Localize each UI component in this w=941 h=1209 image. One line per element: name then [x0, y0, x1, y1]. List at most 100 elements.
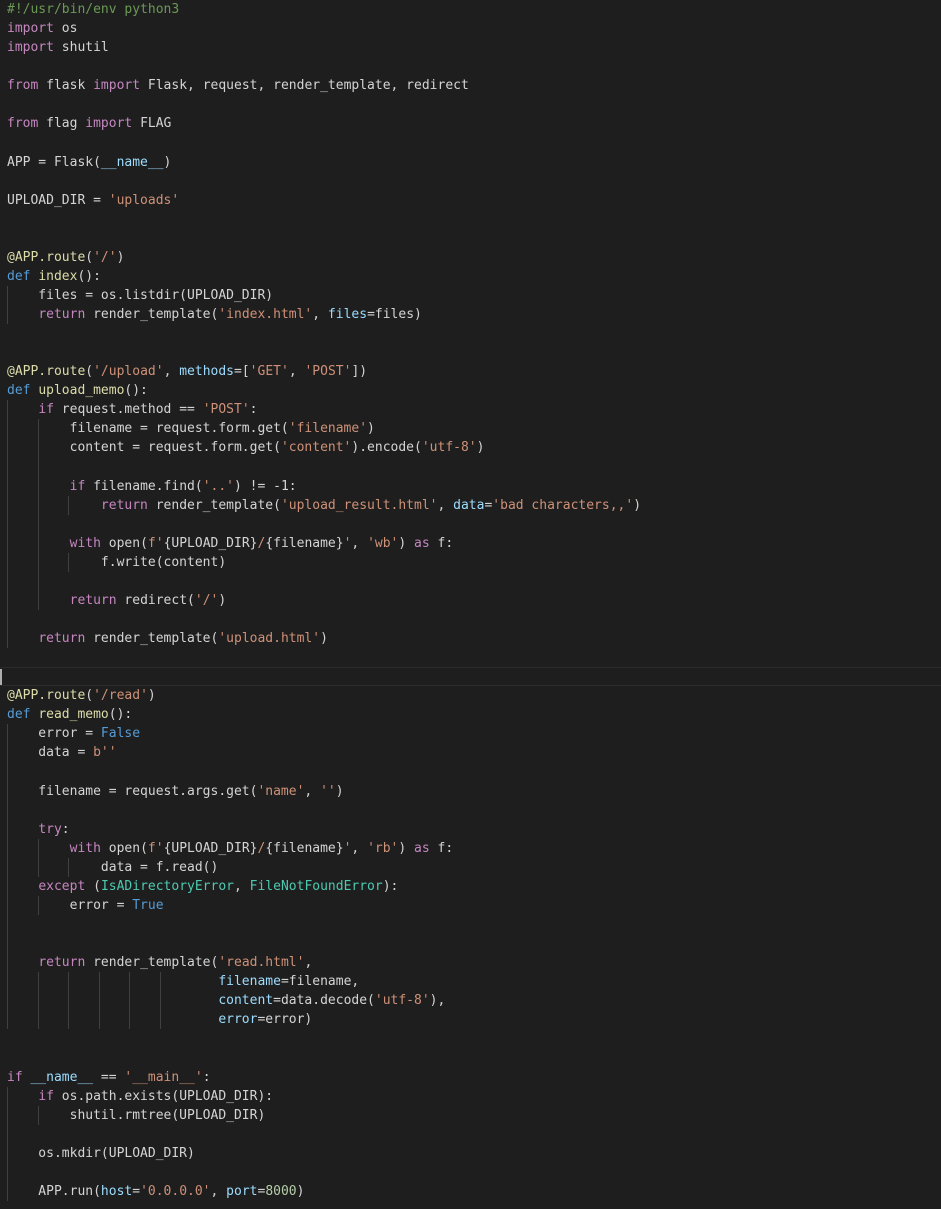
code-line[interactable]: [7, 934, 941, 954]
code-line[interactable]: [7, 324, 941, 343]
code-token: =: [132, 1183, 141, 1199]
code-line[interactable]: [0, 667, 941, 687]
code-line[interactable]: [7, 1048, 941, 1067]
code-line[interactable]: [7, 1124, 941, 1144]
code-token: error =: [7, 726, 101, 742]
code-line[interactable]: [7, 915, 941, 935]
code-line[interactable]: [7, 571, 941, 591]
code-token: ,: [351, 840, 368, 856]
code-token: FileNotFoundError: [249, 878, 383, 894]
code-line[interactable]: filename = request.args.get('name', ''): [7, 781, 941, 801]
code-line[interactable]: [7, 172, 941, 191]
code-line[interactable]: shutil.rmtree(UPLOAD_DIR): [7, 1105, 941, 1125]
code-line[interactable]: return render_template('upload.html'): [7, 629, 941, 649]
code-line[interactable]: [7, 800, 941, 820]
code-line[interactable]: [7, 1029, 941, 1048]
code-line[interactable]: APP.run(host='0.0.0.0', port=8000): [7, 1181, 941, 1201]
code-line[interactable]: [7, 762, 941, 782]
code-area[interactable]: #!/usr/bin/env python3 import os import sh…: [0, 0, 941, 1201]
code-line[interactable]: def index():: [7, 267, 941, 286]
code-token: if: [69, 478, 86, 494]
code-token: 'utf-8': [374, 993, 430, 1009]
code-line[interactable]: from flag import FLAG: [7, 114, 941, 133]
code-token: '/read': [93, 688, 148, 704]
code-line[interactable]: return redirect('/'): [7, 590, 941, 610]
code-line[interactable]: APP = Flask(__name__): [7, 153, 941, 172]
code-line[interactable]: with open(f'{UPLOAD_DIR}/{filename}', 'r…: [7, 838, 941, 858]
code-line[interactable]: error = True: [7, 895, 941, 915]
code-line[interactable]: [7, 1162, 941, 1182]
code-line[interactable]: [7, 210, 941, 229]
code-line[interactable]: data = f.read(): [7, 857, 941, 877]
code-token: ) != -1:: [234, 478, 297, 494]
code-token: render_template(: [85, 631, 219, 647]
indent-guide: [7, 953, 8, 973]
code-line[interactable]: os.mkdir(UPLOAD_DIR): [7, 1143, 941, 1163]
indent-guide: [68, 1010, 70, 1030]
code-line[interactable]: return render_template('read.html',: [7, 953, 941, 973]
code-token: ): [367, 421, 375, 437]
code-token: filename = request.args.get(: [7, 783, 258, 799]
code-line[interactable]: content = request.form.get('content').en…: [7, 438, 941, 458]
code-line[interactable]: return render_template('upload_result.ht…: [7, 495, 941, 515]
indent-guide: [7, 1143, 8, 1163]
code-line[interactable]: if request.method == 'POST':: [7, 400, 941, 420]
code-line[interactable]: [7, 95, 941, 114]
code-token: os: [53, 21, 78, 37]
code-line[interactable]: [7, 57, 941, 76]
code-line[interactable]: except (IsADirectoryError, FileNotFoundE…: [7, 876, 941, 896]
code-line[interactable]: [7, 457, 941, 477]
code-line[interactable]: try:: [7, 819, 941, 839]
indent-guide: [129, 991, 131, 1011]
code-line[interactable]: data = b'': [7, 743, 941, 763]
code-line[interactable]: [7, 610, 941, 630]
code-token: flask: [38, 78, 94, 94]
code-token: os.path.exists(UPLOAD_DIR):: [53, 1088, 274, 1104]
code-token: 'index.html': [218, 307, 313, 322]
code-line[interactable]: import shutil: [7, 38, 941, 57]
code-line[interactable]: [7, 343, 941, 362]
code-line[interactable]: filename = request.form.get('filename'): [7, 419, 941, 439]
code-line[interactable]: import os: [7, 19, 941, 38]
code-line[interactable]: def read_memo():: [7, 705, 941, 724]
code-line[interactable]: def upload_memo():: [7, 381, 941, 400]
code-line[interactable]: #!/usr/bin/env python3: [7, 0, 941, 19]
code-line[interactable]: [7, 648, 941, 667]
indent-guide: [7, 762, 8, 782]
code-line[interactable]: if os.path.exists(UPLOAD_DIR):: [7, 1086, 941, 1106]
code-token: files = os.listdir(UPLOAD_DIR): [7, 287, 274, 303]
code-editor[interactable]: #!/usr/bin/env python3 import os import sh…: [0, 0, 941, 1209]
code-line[interactable]: @APP.route('/read'): [7, 686, 941, 705]
code-line[interactable]: content=data.decode('utf-8'),: [7, 991, 941, 1011]
code-line[interactable]: [7, 133, 941, 152]
code-line[interactable]: if filename.find('..') != -1:: [7, 476, 941, 496]
code-line[interactable]: @APP.route('/'): [7, 248, 941, 267]
code-token: f.write(content): [7, 554, 227, 570]
indent-guide: [37, 991, 39, 1011]
code-token: ,: [312, 307, 328, 322]
code-token: open(: [100, 840, 148, 856]
code-line[interactable]: [7, 229, 941, 248]
code-line[interactable]: [7, 514, 941, 534]
code-line[interactable]: error=error): [7, 1010, 941, 1030]
code-line[interactable]: error = False: [7, 724, 941, 744]
indent-guide: [7, 800, 8, 820]
code-token: ,: [163, 364, 180, 380]
code-line[interactable]: UPLOAD_DIR = 'uploads': [7, 191, 941, 210]
code-line[interactable]: if __name__ == '__main__':: [7, 1068, 941, 1087]
code-line[interactable]: filename=filename,: [7, 972, 941, 992]
code-line[interactable]: return render_template('index.html', fil…: [7, 305, 941, 325]
indent-guide: [98, 1010, 100, 1030]
code-token: ): [633, 497, 642, 513]
code-line[interactable]: files = os.listdir(UPLOAD_DIR): [7, 285, 941, 305]
code-token: 'rb': [367, 840, 399, 856]
code-line[interactable]: f.write(content): [7, 552, 941, 572]
code-token: ():: [108, 707, 133, 723]
indent-guide: [7, 1162, 8, 1182]
code-line[interactable]: @APP.route('/upload', methods=['GET', 'P…: [7, 362, 941, 381]
code-line[interactable]: from flask import Flask, request, render…: [7, 76, 941, 95]
code-token: shutil: [53, 40, 109, 56]
code-line[interactable]: with open(f'{UPLOAD_DIR}/{filename}', 'w…: [7, 533, 941, 553]
